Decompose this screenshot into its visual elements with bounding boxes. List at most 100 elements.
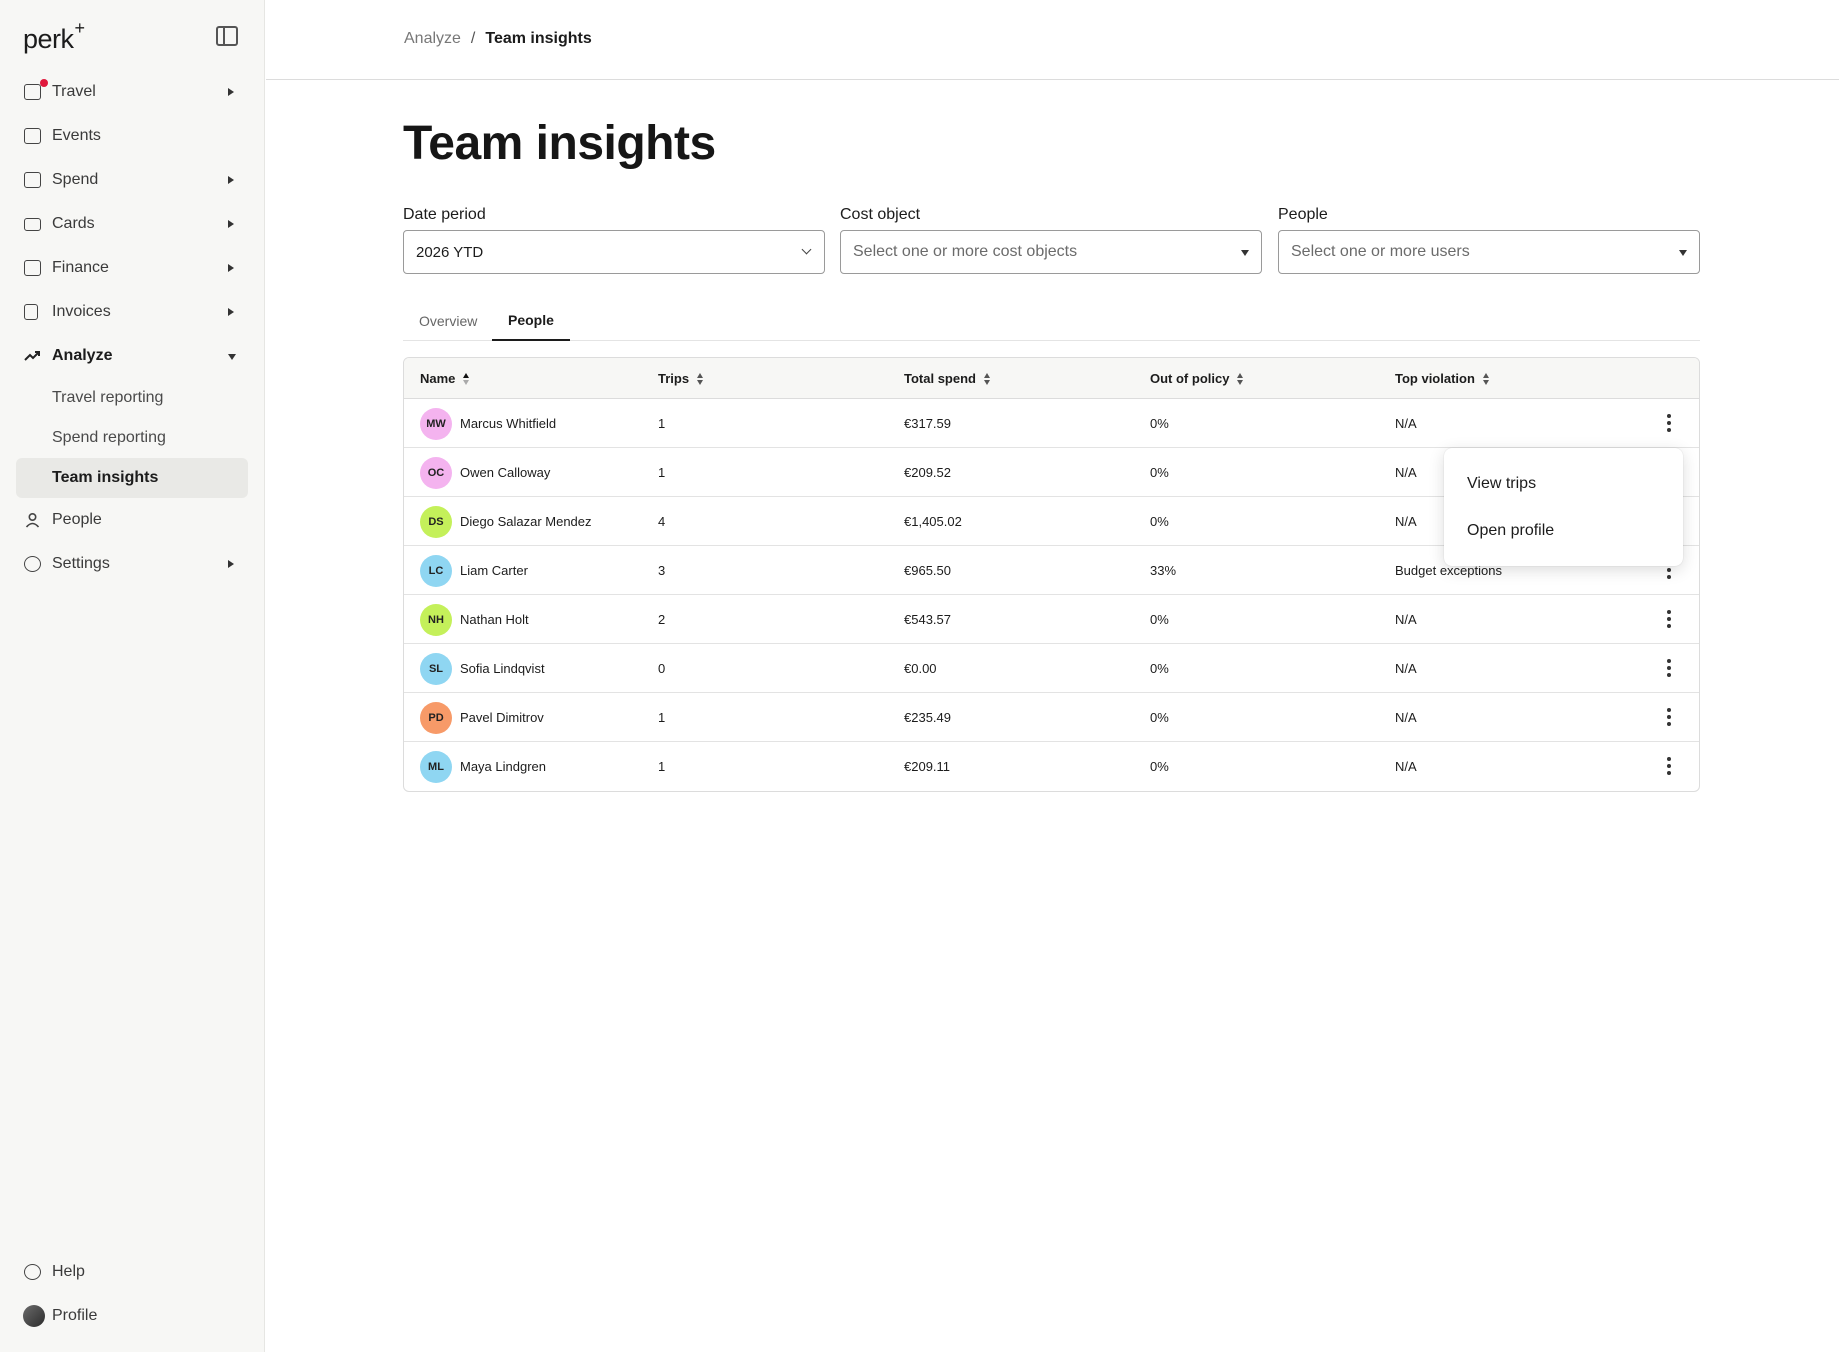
table-row[interactable]: MW Marcus Whitfield 1 €317.59 0% N/A	[404, 399, 1699, 448]
avatar: SL	[420, 652, 452, 685]
cell-top-violation: N/A	[1395, 661, 1417, 676]
sidebar-item-spend[interactable]: Spend	[16, 158, 248, 202]
sidebar-subitem-travel-reporting[interactable]: Travel reporting	[16, 378, 248, 418]
cell-total-spend: €0.00	[904, 661, 937, 676]
column-header-total-spend[interactable]: Total spend	[904, 358, 991, 399]
cost-object-label: Cost object	[840, 206, 921, 223]
more-vertical-icon[interactable]	[1667, 708, 1671, 726]
help-icon	[24, 1264, 41, 1280]
cell-name: MW Marcus Whitfield	[420, 399, 556, 448]
column-header-name[interactable]: Name	[420, 358, 470, 399]
avatar: DS	[420, 505, 452, 538]
cell-trips: 0	[658, 661, 666, 676]
person-name: Diego Salazar Mendez	[460, 514, 592, 529]
sidebar-item-label: Events	[52, 127, 101, 144]
column-label: Top violation	[1395, 371, 1475, 386]
sidebar-item-events[interactable]: Events	[16, 114, 248, 158]
sort-ascending-icon	[463, 372, 470, 385]
column-header-top-violation[interactable]: Top violation	[1395, 358, 1490, 399]
sidebar-collapse-icon[interactable]	[216, 26, 238, 46]
breadcrumb: Analyze / Team insights	[404, 30, 592, 48]
person-name: Owen Calloway	[460, 465, 551, 480]
sidebar-item-label: Profile	[52, 1307, 98, 1324]
chevron-right-icon	[228, 88, 234, 96]
more-vertical-icon[interactable]	[1667, 610, 1671, 628]
table-row[interactable]: PD Pavel Dimitrov 1 €235.49 0% N/A	[404, 693, 1699, 742]
table-row[interactable]: NH Nathan Holt 2 €543.57 0% N/A	[404, 595, 1699, 644]
cell-top-violation: N/A	[1395, 416, 1417, 431]
tab-people[interactable]: People	[492, 300, 570, 341]
chevron-right-icon	[228, 560, 234, 568]
sidebar-footer: Help Profile	[16, 1250, 248, 1338]
sort-icon	[1237, 372, 1244, 385]
tab-overview[interactable]: Overview	[403, 300, 493, 341]
cell-name: DS Diego Salazar Mendez	[420, 497, 592, 546]
cell-trips: 1	[658, 710, 666, 725]
cell-total-spend: €209.52	[904, 465, 951, 480]
sidebar-subitem-team-insights[interactable]: Team insights	[16, 458, 248, 498]
column-label: Name	[420, 371, 456, 386]
chevron-right-icon	[228, 264, 234, 272]
people-select[interactable]: Select one or more users	[1278, 230, 1700, 274]
sidebar-item-invoices[interactable]: Invoices	[16, 290, 248, 334]
more-vertical-icon[interactable]	[1667, 757, 1671, 775]
more-vertical-icon[interactable]	[1667, 414, 1671, 432]
cost-object-filter: Cost object Select one or more cost obje…	[840, 206, 1262, 274]
cell-name: ML Maya Lindgren	[420, 742, 546, 791]
sidebar-item-label: Help	[52, 1263, 85, 1280]
cell-name: OC Owen Calloway	[420, 448, 550, 497]
cell-name: SL Sofia Lindqvist	[420, 644, 545, 693]
cell-out-of-policy: 0%	[1150, 416, 1169, 431]
money-icon	[24, 172, 41, 188]
suitcase-icon	[24, 84, 41, 100]
cell-out-of-policy: 0%	[1150, 759, 1169, 774]
sidebar: perk+ Travel Events Spend Cards Finance	[0, 0, 265, 1352]
person-name: Liam Carter	[460, 563, 528, 578]
caret-down-icon	[1241, 250, 1249, 256]
breadcrumb-parent[interactable]: Analyze	[404, 30, 461, 47]
trend-icon	[24, 351, 40, 361]
date-period-select[interactable]: 2026 YTD	[403, 230, 825, 274]
cost-object-select[interactable]: Select one or more cost objects	[840, 230, 1262, 274]
people-placeholder: Select one or more users	[1291, 243, 1470, 260]
sidebar-item-profile[interactable]: Profile	[16, 1294, 248, 1338]
row-context-menu: View trips Open profile	[1444, 448, 1683, 566]
sidebar-item-cards[interactable]: Cards	[16, 202, 248, 246]
sort-icon	[1482, 372, 1490, 385]
cell-trips: 1	[658, 465, 666, 480]
sidebar-item-analyze[interactable]: Analyze	[16, 334, 248, 378]
column-header-trips[interactable]: Trips	[658, 358, 704, 399]
table-row[interactable]: SL Sofia Lindqvist 0 €0.00 0% N/A	[404, 644, 1699, 693]
cell-trips: 3	[658, 563, 666, 578]
perk-logo[interactable]: perk+	[23, 18, 85, 55]
cell-trips: 2	[658, 612, 666, 627]
cell-trips: 1	[658, 759, 666, 774]
person-name: Pavel Dimitrov	[460, 710, 544, 725]
sidebar-subitem-spend-reporting[interactable]: Spend reporting	[16, 418, 248, 458]
table-row[interactable]: ML Maya Lindgren 1 €209.11 0% N/A	[404, 742, 1699, 791]
date-period-label: Date period	[403, 206, 486, 223]
sidebar-nav: Travel Events Spend Cards Finance Invoic…	[16, 70, 248, 586]
sidebar-item-label: Spend	[52, 171, 99, 188]
column-header-out-of-policy[interactable]: Out of policy	[1150, 358, 1244, 399]
tab-bar: Overview People	[403, 300, 1700, 341]
menu-item-view-trips[interactable]: View trips	[1444, 460, 1683, 507]
cell-trips: 4	[658, 514, 666, 529]
logo-mark: +	[74, 18, 86, 38]
sidebar-item-travel[interactable]: Travel	[16, 70, 248, 114]
sidebar-item-finance[interactable]: Finance	[16, 246, 248, 290]
sidebar-item-label: Analyze	[52, 347, 113, 364]
caret-down-icon	[1679, 250, 1687, 256]
breadcrumb-separator: /	[470, 30, 476, 47]
cell-top-violation: N/A	[1395, 710, 1417, 725]
calendar-icon	[24, 128, 41, 144]
more-vertical-icon[interactable]	[1667, 659, 1671, 677]
cell-out-of-policy: 0%	[1150, 612, 1169, 627]
person-name: Maya Lindgren	[460, 759, 546, 774]
sidebar-item-settings[interactable]: Settings	[16, 542, 248, 586]
menu-item-open-profile[interactable]: Open profile	[1444, 507, 1683, 554]
person-name: Sofia Lindqvist	[460, 661, 545, 676]
sidebar-item-help[interactable]: Help	[16, 1250, 248, 1294]
sidebar-item-people[interactable]: People	[16, 498, 248, 542]
cell-total-spend: €235.49	[904, 710, 951, 725]
